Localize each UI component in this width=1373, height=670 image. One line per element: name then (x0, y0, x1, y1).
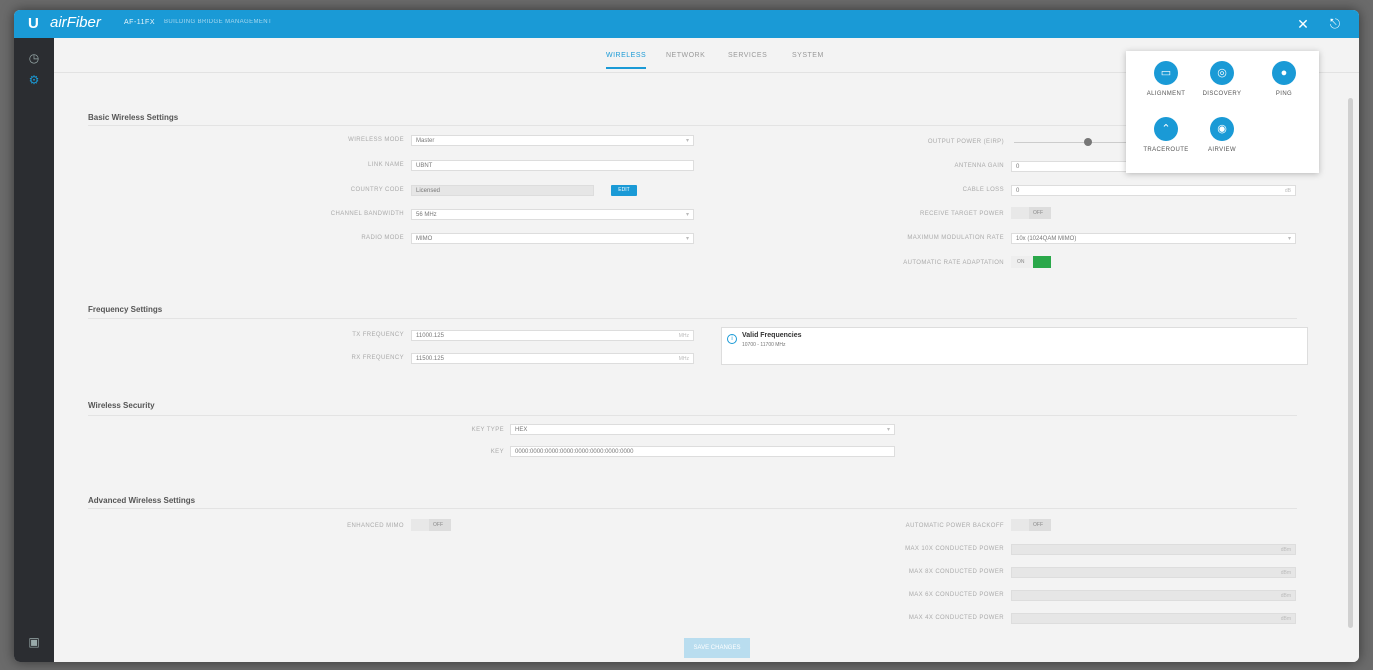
section-title-frequency: Frequency Settings (88, 305, 163, 314)
max-10x-input[interactable]: dBm (1011, 544, 1296, 555)
country-code-input: Licensed (411, 185, 594, 196)
output-power-knob[interactable] (1084, 138, 1093, 146)
cable-loss-label: CABLE LOSS (962, 187, 1004, 193)
app-window: U airFiber AF-11FX BUILDING BRIDGE MANAG… (14, 10, 1359, 662)
divider (88, 318, 1297, 319)
auto-power-backoff-label: AUTOMATIC POWER BACKOFF (905, 523, 1004, 529)
info-icon: i (727, 334, 737, 344)
key-input[interactable]: 0000:0000:0000:0000:0000:0000:0000:0000 (510, 446, 895, 457)
sidebar: ◷ ⚙ ▣ (14, 38, 54, 662)
key-type-label: KEY TYPE (471, 427, 504, 433)
tools-popover: ▭ ALIGNMENT ◎ DISCOVERY ● PING ⌃ TRACERO… (1126, 51, 1319, 173)
tab-network[interactable]: NETWORK (666, 52, 705, 59)
tools-icon[interactable]: ✕ (1294, 15, 1312, 33)
enhanced-mimo-toggle[interactable]: OFF (411, 519, 451, 531)
receive-target-toggle[interactable]: OFF (1011, 207, 1051, 219)
receive-target-label: RECEIVE TARGET POWER (919, 211, 1004, 217)
max-4x-input[interactable]: dBm (1011, 613, 1296, 624)
output-power-slider[interactable] (1014, 142, 1134, 143)
tool-traceroute[interactable]: ⌃ TRACEROUTE (1136, 117, 1196, 153)
tx-frequency-label: TX FREQUENCY (352, 332, 404, 338)
valid-frequencies-range: 10700 - 11700 MHz (742, 342, 786, 348)
tab-wireless[interactable]: WIRELESS (606, 52, 647, 69)
country-code-label: COUNTRY CODE (350, 187, 404, 193)
tab-system[interactable]: SYSTEM (792, 52, 824, 59)
max-6x-label: MAX 6X CONDUCTED POWER (908, 592, 1004, 598)
section-title-advanced: Advanced Wireless Settings (88, 496, 196, 505)
tx-frequency-input[interactable]: 11000.125 MHz (411, 330, 694, 341)
link-name-label: LINK NAME (368, 162, 404, 168)
ubiquiti-logo: U (28, 15, 39, 32)
logout-icon[interactable]: ⎋ (1326, 15, 1344, 33)
key-type-select[interactable]: HEX ▾ (510, 424, 895, 435)
valid-frequencies-title: Valid Frequencies (742, 332, 802, 339)
max-8x-label: MAX 8X CONDUCTED POWER (908, 569, 1004, 575)
discovery-icon: ◎ (1210, 61, 1234, 85)
top-bar: U airFiber AF-11FX BUILDING BRIDGE MANAG… (14, 10, 1359, 38)
ping-icon: ● (1272, 61, 1296, 85)
output-power-label: OUTPUT POWER (EIRP) (927, 139, 1004, 145)
valid-frequencies-box: i Valid Frequencies 10700 - 11700 MHz (721, 327, 1308, 365)
antenna-gain-label: ANTENNA GAIN (954, 163, 1004, 169)
channel-bandwidth-label: CHANNEL BANDWIDTH (330, 211, 404, 217)
auto-rate-toggle[interactable]: ON (1011, 256, 1051, 268)
radio-mode-label: RADIO MODE (361, 235, 404, 241)
divider (88, 415, 1297, 416)
tool-discovery[interactable]: ◎ DISCOVERY (1192, 61, 1252, 97)
traceroute-icon: ⌃ (1154, 117, 1178, 141)
max-4x-label: MAX 4X CONDUCTED POWER (908, 615, 1004, 621)
rx-frequency-input[interactable]: 11500.125 MHz (411, 353, 694, 364)
auto-rate-label: AUTOMATIC RATE ADAPTATION (903, 260, 1004, 266)
max-8x-input[interactable]: dBm (1011, 567, 1296, 578)
max-modulation-label: MAXIMUM MODULATION RATE (907, 235, 1004, 241)
scrollbar[interactable] (1348, 98, 1353, 628)
device-model: AF-11FX (124, 19, 155, 26)
console-icon[interactable]: ▣ (26, 634, 42, 650)
divider (88, 125, 1297, 126)
link-name-input[interactable]: UBNT (411, 160, 694, 171)
divider (88, 508, 1297, 509)
max-10x-label: MAX 10X CONDUCTED POWER (905, 546, 1004, 552)
save-changes-button[interactable]: SAVE CHANGES (684, 638, 750, 658)
tool-alignment[interactable]: ▭ ALIGNMENT (1136, 61, 1196, 97)
wireless-mode-label: WIRELESS MODE (348, 137, 404, 143)
tool-airview[interactable]: ◉ AIRVIEW (1192, 117, 1252, 153)
cable-loss-input[interactable]: 0 dB (1011, 185, 1296, 196)
device-subtitle: BUILDING BRIDGE MANAGEMENT (164, 19, 273, 25)
settings-icon[interactable]: ⚙ (26, 72, 42, 88)
dashboard-icon[interactable]: ◷ (26, 50, 42, 66)
tab-services[interactable]: SERVICES (728, 52, 767, 59)
airfiber-logo: airFiber (50, 14, 101, 31)
radio-mode-select[interactable]: MIMO ▾ (411, 233, 694, 244)
rx-frequency-label: RX FREQUENCY (351, 355, 404, 361)
max-6x-input[interactable]: dBm (1011, 590, 1296, 601)
section-title-security: Wireless Security (88, 401, 155, 410)
auto-power-backoff-toggle[interactable]: OFF (1011, 519, 1051, 531)
airview-icon: ◉ (1210, 117, 1234, 141)
channel-bandwidth-select[interactable]: 56 MHz ▾ (411, 209, 694, 220)
max-modulation-select[interactable]: 10x (1024QAM MIMO) ▾ (1011, 233, 1296, 244)
enhanced-mimo-label: ENHANCED MIMO (347, 523, 404, 529)
alignment-icon: ▭ (1154, 61, 1178, 85)
key-label: KEY (490, 449, 504, 455)
wireless-mode-select[interactable]: Master ▾ (411, 135, 694, 146)
tool-ping[interactable]: ● PING (1254, 61, 1314, 97)
section-title-basic: Basic Wireless Settings (88, 113, 179, 122)
edit-country-button[interactable]: EDIT (611, 185, 637, 196)
